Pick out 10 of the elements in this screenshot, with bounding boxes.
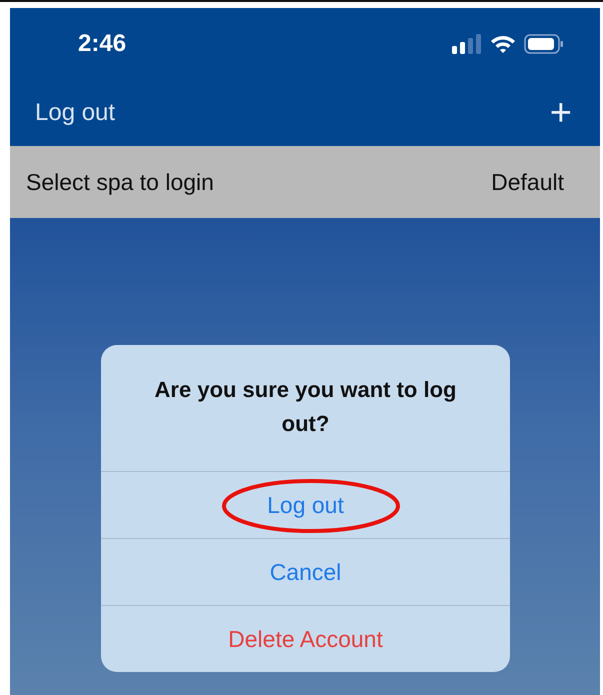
spa-selector-label: Select spa to login (26, 168, 214, 197)
battery-icon (524, 34, 564, 54)
wifi-icon (490, 34, 516, 54)
spa-selector-value: Default (491, 168, 564, 197)
spa-selector-row[interactable]: Select spa to login Default (10, 146, 600, 218)
alert-title: Are you sure you want to log out? (154, 376, 458, 438)
add-button[interactable]: + (550, 94, 572, 132)
status-time: 2:46 (78, 29, 126, 59)
signal-icon (452, 34, 482, 54)
back-button[interactable]: Log out (35, 95, 116, 131)
